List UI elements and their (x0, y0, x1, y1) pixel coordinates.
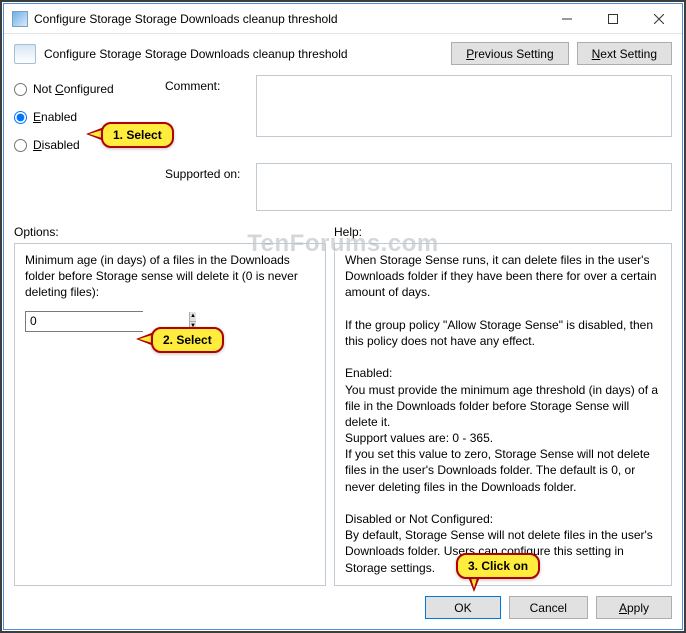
policy-title: Configure Storage Storage Downloads clea… (44, 47, 443, 61)
policy-icon (14, 44, 36, 64)
maximize-button[interactable] (590, 4, 636, 34)
help-label: Help: (334, 225, 362, 239)
previous-setting-button[interactable]: Previous Setting (451, 42, 568, 65)
spinner-up-button[interactable]: ▲ (190, 312, 196, 322)
supported-label: Supported on: (165, 163, 250, 181)
apply-button[interactable]: Apply (596, 596, 672, 619)
help-text: When Storage Sense runs, it can delete f… (345, 252, 661, 576)
spinner-label: Minimum age (in days) of a files in the … (25, 252, 315, 301)
options-label: Options: (14, 225, 334, 239)
cancel-button[interactable]: Cancel (509, 596, 588, 619)
help-panel: When Storage Sense runs, it can delete f… (334, 243, 672, 586)
minimize-button[interactable] (544, 4, 590, 34)
ok-button[interactable]: OK (425, 596, 500, 619)
callout-1: 1. Select (101, 122, 174, 148)
comment-input[interactable] (256, 75, 672, 137)
age-spinner[interactable]: ▲ ▼ (25, 311, 143, 332)
window-icon (12, 11, 28, 27)
supported-on-box (256, 163, 672, 211)
callout-3: 3. Click on (456, 553, 540, 579)
options-panel: Minimum age (in days) of a files in the … (14, 243, 326, 586)
close-button[interactable] (636, 4, 682, 34)
next-setting-button[interactable]: Next Setting (577, 42, 672, 65)
comment-label: Comment: (165, 75, 250, 93)
window-title: Configure Storage Storage Downloads clea… (34, 12, 544, 26)
titlebar: Configure Storage Storage Downloads clea… (4, 4, 682, 34)
not-configured-radio[interactable]: Not Configured (14, 75, 159, 103)
callout-2: 2. Select (151, 327, 224, 353)
